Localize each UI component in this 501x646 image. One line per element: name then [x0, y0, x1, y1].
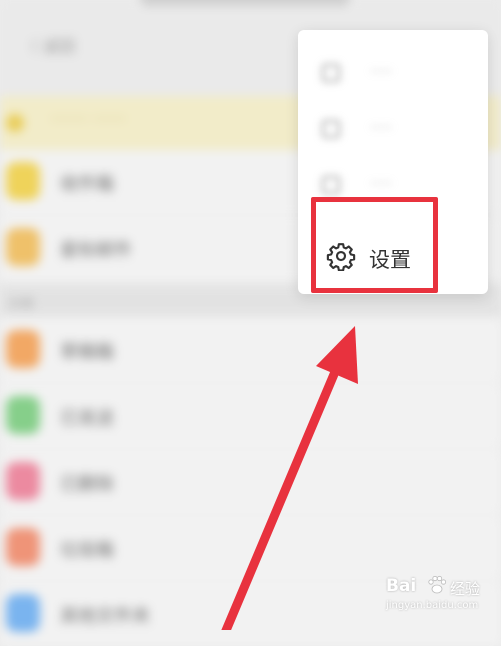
watermark: Bai 经验 jingyan.baidu.com: [386, 572, 496, 620]
pointer-arrow: [221, 326, 358, 630]
paw-icon: [428, 575, 447, 594]
watermark-text: 经验: [450, 580, 481, 598]
watermark-url: jingyan.baidu.com: [386, 600, 479, 611]
watermark-brand: Bai: [386, 576, 417, 596]
